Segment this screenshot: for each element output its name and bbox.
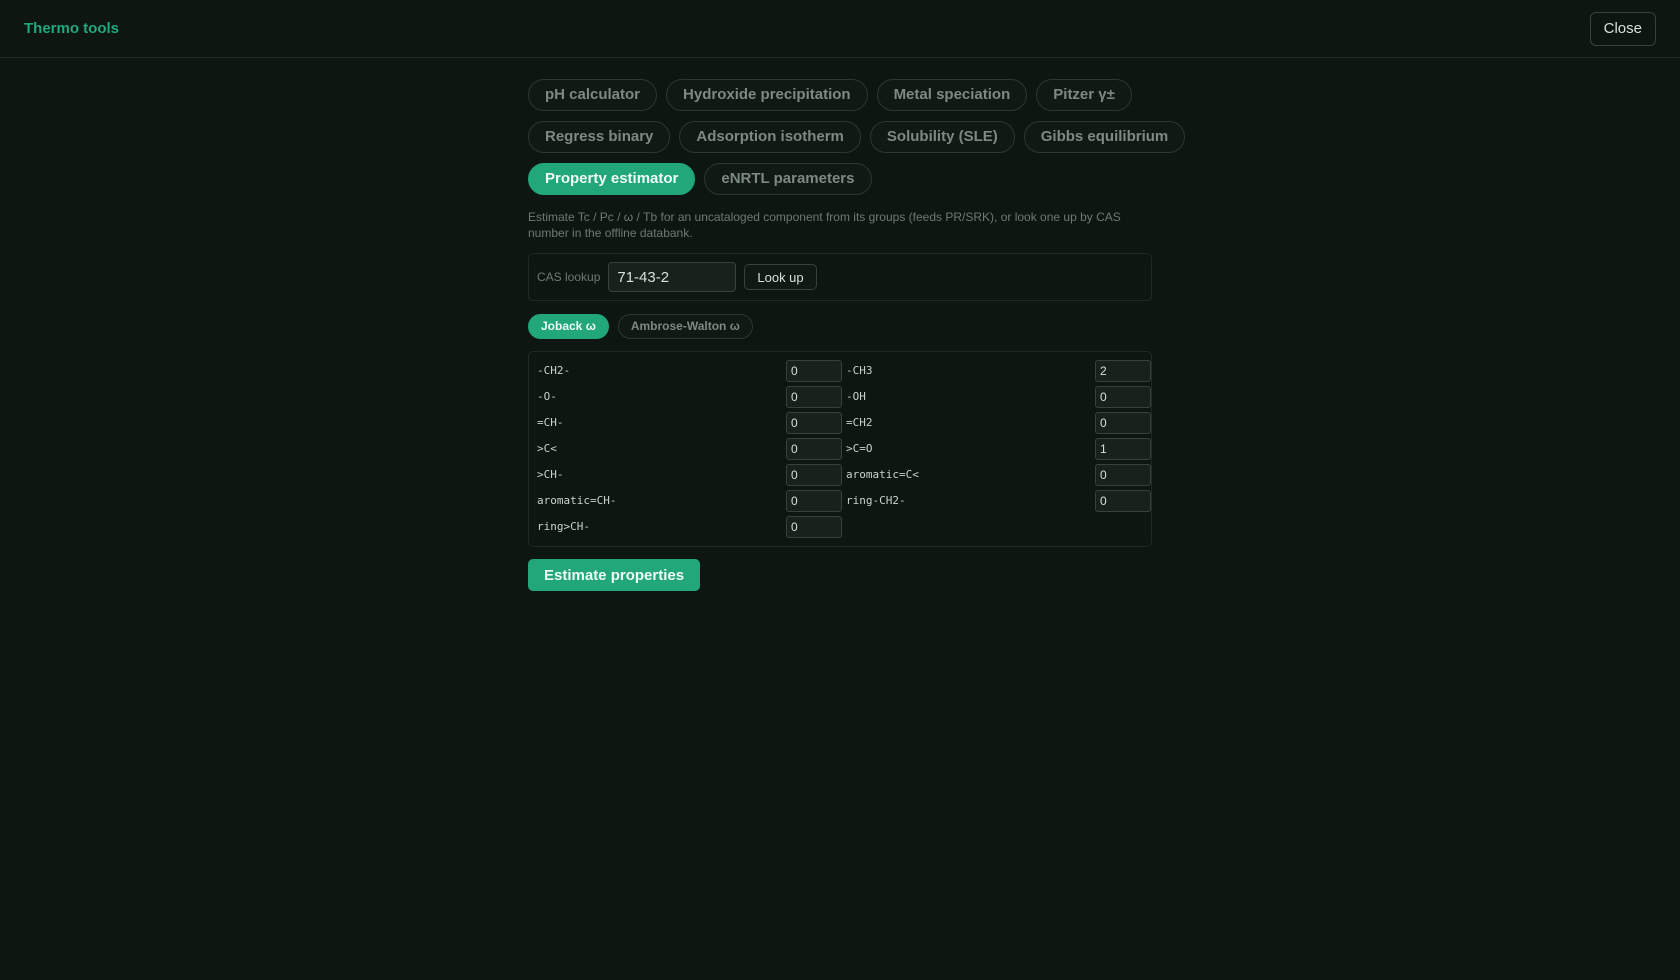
- cas-lookup-panel: CAS lookup Look up: [528, 253, 1152, 301]
- tab-label: Regress binary: [545, 128, 654, 145]
- method-toggle: Joback ω Ambrose-Walton ω: [528, 314, 1152, 339]
- group-count-input[interactable]: [1095, 360, 1151, 382]
- tool-description: Estimate Tc / Pc / ω / Tb for an uncatal…: [528, 210, 1121, 240]
- tab-label: eNRTL parameters: [721, 170, 855, 187]
- tab-regress-binary[interactable]: Regress binary: [528, 121, 671, 153]
- group-name: -OH: [846, 390, 866, 403]
- group-name: -O-: [537, 390, 557, 403]
- group-name: >CH-: [537, 468, 564, 481]
- main-panel: pH calculator Hydroxide precipitation Meta…: [528, 79, 1186, 591]
- tab-label: Metal speciation: [893, 86, 1011, 103]
- tab-ph-calculator[interactable]: pH calculator: [528, 79, 658, 111]
- tab-hydroxide-precipitation[interactable]: Hydroxide precipitation: [666, 79, 868, 111]
- tool-tabs: pH calculator Hydroxide precipitation Meta…: [528, 79, 1186, 195]
- groups-panel: -CH2- -CH3 -O- -OH =CH- =CH2 >C< >C=O >CH-aromat…: [528, 351, 1152, 547]
- tab-row: Property estimator eNRTL parameters: [528, 163, 1152, 195]
- tab-label: Pitzer γ±: [1053, 86, 1115, 103]
- group-name: -CH3: [846, 364, 873, 377]
- group-count-input[interactable]: [1095, 438, 1151, 460]
- close-button[interactable]: Close: [1589, 12, 1656, 46]
- group-count-input[interactable]: [1095, 412, 1151, 434]
- group-count-input[interactable]: [786, 464, 842, 486]
- method-ambrose-walton-button[interactable]: Ambrose-Walton ω: [617, 314, 753, 339]
- tab-row: Regress binary Adsorption isotherm Solubil…: [528, 121, 1186, 153]
- group-name: >C<: [537, 442, 557, 455]
- tab-pitzer[interactable]: Pitzer γ±: [1036, 79, 1132, 111]
- tab-solubility-sle[interactable]: Solubility (SLE): [869, 121, 1015, 153]
- group-count-input[interactable]: [786, 360, 842, 382]
- group-name: aromatic=C<: [846, 468, 919, 481]
- top-bar: Thermo tools Close: [0, 0, 1680, 58]
- tab-adsorption-isotherm[interactable]: Adsorption isotherm: [679, 121, 861, 153]
- estimate-properties-button[interactable]: Estimate properties: [528, 559, 701, 591]
- tab-label: Hydroxide precipitation: [683, 86, 851, 103]
- group-name: =CH-: [537, 416, 564, 429]
- group-count-input[interactable]: [786, 438, 842, 460]
- group-name: ring>CH-: [537, 520, 590, 533]
- tab-gibbs-equilibrium[interactable]: Gibbs equilibrium: [1023, 121, 1186, 153]
- group-count-input[interactable]: [786, 386, 842, 408]
- group-name: ring-CH2-: [846, 494, 906, 507]
- tab-label: pH calculator: [545, 86, 641, 103]
- cas-lookup-label: CAS lookup: [537, 270, 601, 284]
- group-count-input[interactable]: [1095, 386, 1151, 408]
- group-name: aromatic=CH-: [537, 494, 617, 507]
- group-name: >C=O: [846, 442, 873, 455]
- tab-label: Gibbs equilibrium: [1040, 128, 1169, 145]
- tab-enrtl-parameters[interactable]: eNRTL parameters: [704, 163, 872, 195]
- group-count-input[interactable]: [1095, 490, 1151, 512]
- group-name: -CH2-: [537, 364, 571, 377]
- group-count-input[interactable]: [786, 490, 842, 512]
- group-name: =CH2: [846, 416, 873, 429]
- tab-label: Adsorption isotherm: [696, 128, 844, 145]
- cas-input[interactable]: [608, 262, 737, 292]
- group-count-input[interactable]: [1095, 464, 1151, 486]
- app-title: Thermo tools: [24, 20, 120, 37]
- tab-metal-speciation[interactable]: Metal speciation: [876, 79, 1028, 111]
- tab-label: Solubility (SLE): [886, 128, 998, 145]
- tab-label: Property estimator: [545, 170, 679, 187]
- group-count-input[interactable]: [786, 516, 842, 538]
- groups-grid: -CH2- -CH3 -O- -OH =CH- =CH2 >C< >C=O >CH-aromat…: [537, 360, 1151, 538]
- look-up-button[interactable]: Look up: [744, 264, 817, 290]
- tab-property-estimator[interactable]: Property estimator: [528, 163, 696, 195]
- tab-row: pH calculator Hydroxide precipitation Meta…: [528, 79, 1152, 111]
- group-count-input[interactable]: [786, 412, 842, 434]
- method-joback-button[interactable]: Joback ω: [528, 314, 609, 339]
